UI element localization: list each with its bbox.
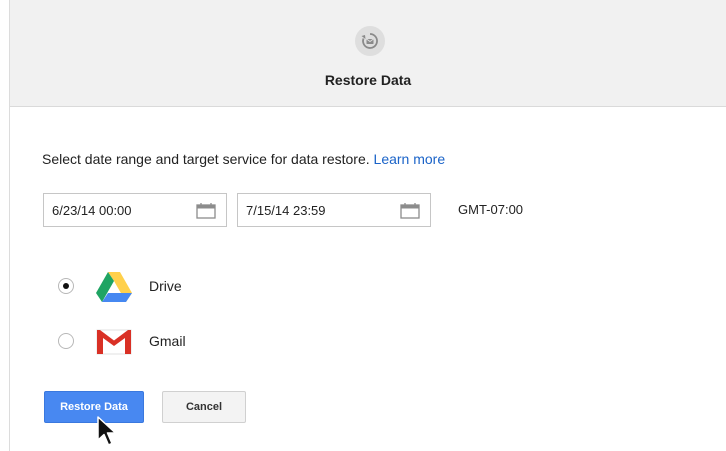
- calendar-icon[interactable]: [196, 203, 216, 219]
- instruction-text: Select date range and target service for…: [42, 151, 445, 167]
- drive-label: Drive: [149, 278, 182, 294]
- calendar-icon[interactable]: [400, 203, 420, 219]
- instruction-label: Select date range and target service for…: [42, 151, 370, 167]
- start-date-input[interactable]: [44, 194, 174, 226]
- google-drive-icon: [96, 272, 132, 302]
- restore-data-dialog: Restore Data Select date range and targe…: [9, 0, 726, 451]
- gmail-label: Gmail: [149, 333, 186, 349]
- dialog-title: Restore Data: [324, 72, 412, 88]
- drive-radio[interactable]: [58, 278, 74, 294]
- restore-icon: [355, 26, 385, 56]
- mouse-cursor-icon: [97, 416, 117, 446]
- radio-selected-dot: [63, 283, 69, 289]
- end-date-field[interactable]: [237, 193, 431, 227]
- cancel-button[interactable]: Cancel: [162, 391, 246, 423]
- timezone-label: GMT-07:00: [458, 202, 524, 217]
- restore-data-button[interactable]: Restore Data: [44, 391, 144, 423]
- learn-more-link[interactable]: Learn more: [374, 151, 446, 167]
- gmail-radio[interactable]: [58, 333, 74, 349]
- gmail-icon: [96, 329, 132, 355]
- end-date-input[interactable]: [238, 194, 368, 226]
- start-date-field[interactable]: [43, 193, 227, 227]
- dialog-header: Restore Data: [10, 0, 726, 107]
